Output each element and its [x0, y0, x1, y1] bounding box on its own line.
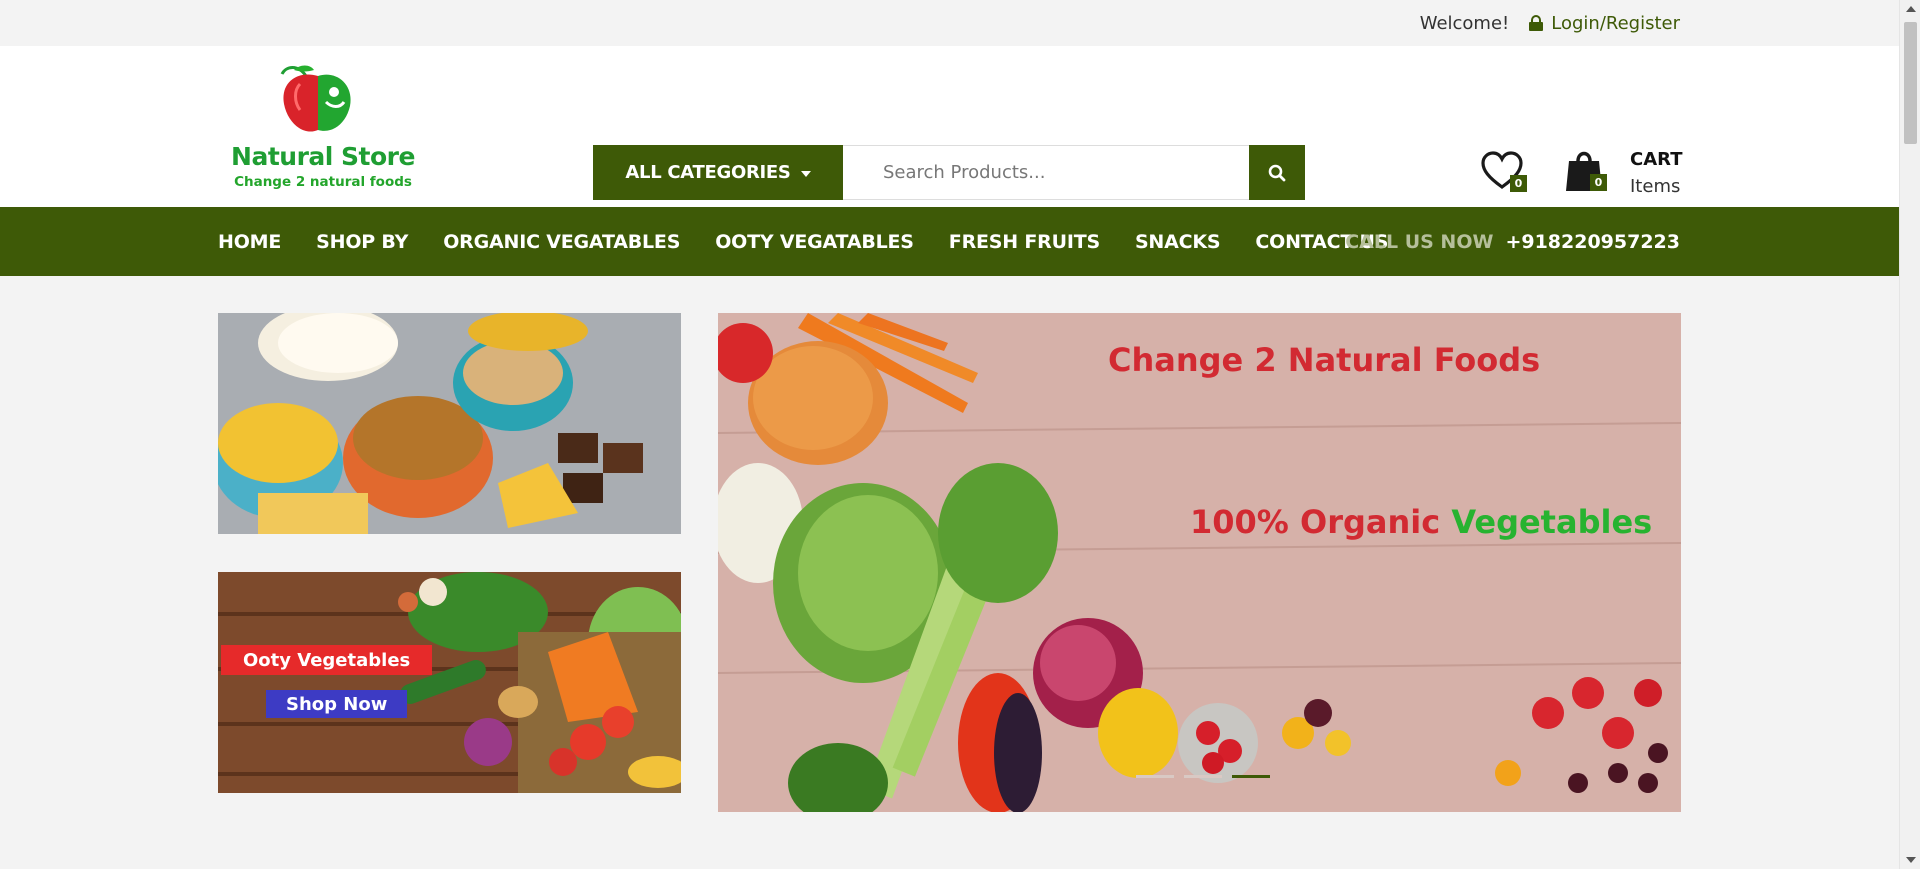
lock-icon [1529, 15, 1544, 31]
header: Natural Store Change 2 natural foods ALL… [0, 46, 1920, 207]
ooty-vegetables-tag: Ooty Vegetables [221, 645, 433, 675]
hero-headline: Change 2 Natural Foods [1108, 341, 1541, 379]
shop-now-button[interactable]: Shop Now [266, 690, 408, 718]
snacks-banner[interactable] [218, 313, 681, 534]
scroll-up-arrow-icon[interactable] [1906, 6, 1916, 12]
vegetables-crate-image [218, 572, 681, 793]
search-button[interactable] [1249, 145, 1305, 200]
login-register-link[interactable]: Login/Register [1529, 13, 1680, 34]
call-us-number[interactable]: +918220957223 [1505, 231, 1680, 253]
cart-count-badge: 0 [1590, 174, 1607, 191]
wishlist-button[interactable]: 0 [1480, 149, 1528, 197]
cart-subtitle: Items [1630, 176, 1681, 197]
hero-subheadline: 100% Organic Vegetables [1190, 503, 1652, 541]
cart-button[interactable]: 0 [1566, 147, 1614, 197]
search-icon [1268, 164, 1286, 181]
all-categories-label: ALL CATEGORIES [625, 162, 791, 183]
welcome-text: Welcome! [1419, 12, 1510, 34]
hero-subheadline-green: Vegetables [1451, 503, 1653, 541]
logo-tagline: Change 2 natural foods [234, 174, 412, 190]
logo-name: Natural Store [231, 142, 415, 171]
store-logo[interactable]: Natural Store Change 2 natural foods [228, 62, 428, 190]
caret-down-icon [800, 170, 811, 177]
nav-item-organic-vegetables[interactable]: ORGANIC VEGATABLES [443, 231, 680, 253]
scrollbar-thumb[interactable] [1904, 22, 1917, 144]
slider-dot-1[interactable] [1136, 775, 1174, 778]
ooty-vegetables-banner[interactable]: Ooty Vegetables Shop Now [218, 572, 681, 793]
apple-logo-icon [280, 65, 351, 132]
call-us: CALL US NOW +918220957223 [1345, 207, 1680, 276]
main-nav: HOME SHOP BY ORGANIC VEGATABLES OOTY VEG… [0, 207, 1899, 276]
search-bar: ALL CATEGORIES [593, 145, 1305, 200]
page-scrollbar[interactable] [1899, 0, 1920, 869]
slider-dot-2[interactable] [1184, 775, 1222, 778]
hero-subheadline-red: 100% Organic [1190, 503, 1441, 541]
top-bar: Welcome! Login/Register [0, 0, 1920, 46]
nav-item-snacks[interactable]: SNACKS [1135, 231, 1221, 253]
wishlist-count-badge: 0 [1510, 175, 1527, 192]
nav-item-home[interactable]: HOME [218, 231, 281, 253]
nav-item-ooty-vegetables[interactable]: OOTY VEGATABLES [715, 231, 914, 253]
nav-item-shop-by[interactable]: SHOP BY [316, 231, 408, 253]
login-register-label: Login/Register [1551, 12, 1680, 34]
snacks-image [218, 313, 681, 534]
cart-title: CART [1630, 149, 1683, 170]
call-us-label: CALL US NOW [1345, 230, 1494, 253]
hero-slider[interactable]: Change 2 Natural Foods 100% Organic Vege… [718, 313, 1681, 812]
nav-item-fresh-fruits[interactable]: FRESH FRUITS [949, 231, 1100, 253]
all-categories-dropdown[interactable]: ALL CATEGORIES [593, 145, 843, 200]
vegetables-hero-image [718, 313, 1681, 812]
scroll-down-arrow-icon[interactable] [1906, 857, 1916, 863]
cart-summary[interactable]: CART Items [1630, 146, 1682, 200]
search-input[interactable] [843, 145, 1249, 200]
slider-dots [1136, 775, 1270, 778]
slider-dot-3[interactable] [1232, 775, 1270, 778]
